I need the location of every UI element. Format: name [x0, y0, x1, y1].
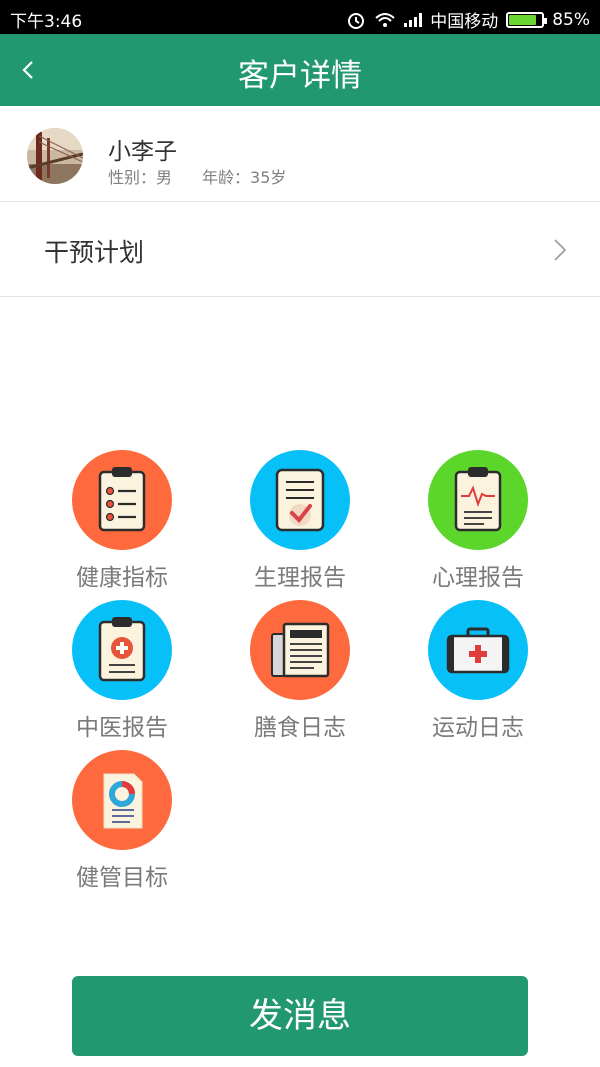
- wifi-icon: [375, 12, 395, 27]
- grid-item-physiology-report[interactable]: 生理报告: [220, 450, 380, 600]
- psychology-report-icon-bg: [428, 450, 528, 550]
- page-title: 客户详情: [238, 58, 362, 94]
- grid-item-label: 健管目标: [76, 865, 168, 891]
- health-indicators-icon-bg: [72, 450, 172, 550]
- exercise-log-icon-bg: [428, 600, 528, 700]
- physiology-report-icon-bg: [250, 450, 350, 550]
- customer-gender: 性别：男: [108, 168, 173, 187]
- status-battery: 85%: [552, 9, 590, 30]
- signal-icon: [404, 12, 423, 27]
- grid-item-health-goals[interactable]: 健管目标: [42, 750, 202, 900]
- grid-item-label: 生理报告: [254, 565, 346, 591]
- grid-item-label: 膳食日志: [254, 715, 346, 741]
- status-time: 下午3:46: [10, 12, 83, 32]
- status-carrier: 中国移动: [430, 12, 499, 32]
- send-message-button[interactable]: 发消息: [72, 976, 528, 1056]
- customer-meta: 性别：男 年龄：35岁: [108, 164, 286, 188]
- grid-item-exercise-log[interactable]: 运动日志: [398, 600, 558, 750]
- chevron-right-icon: [554, 239, 567, 261]
- status-bar: 下午3:46 中国移动 85%: [0, 0, 600, 34]
- grid-item-label: 运动日志: [432, 715, 524, 741]
- avatar: [27, 128, 83, 184]
- clipboard-list-icon: [98, 467, 146, 532]
- intervention-plan-row[interactable]: 干预计划: [0, 202, 600, 297]
- grid-item-psychology-report[interactable]: 心理报告: [398, 450, 558, 600]
- health-goals-icon-bg: [72, 750, 172, 850]
- customer-age: 年龄：35岁: [202, 168, 287, 187]
- grid-item-diet-log[interactable]: 膳食日志: [220, 600, 380, 750]
- grid-item-health-indicators[interactable]: 健康指标: [42, 450, 202, 600]
- grid-item-tcm-report[interactable]: 中医报告: [42, 600, 202, 750]
- document-check-icon: [275, 468, 325, 532]
- report-chart-icon: [103, 773, 143, 829]
- diet-log-icon-bg: [250, 600, 350, 700]
- alarm-icon: [348, 12, 365, 29]
- clipboard-heartbeat-icon: [454, 467, 502, 532]
- newspaper-icon: [271, 622, 330, 678]
- tcm-report-icon-bg: [72, 600, 172, 700]
- customer-name: 小李子: [108, 139, 177, 165]
- grid-item-label: 健康指标: [76, 565, 168, 591]
- status-right: 中国移动 85%: [346, 7, 590, 32]
- grid-item-label: 中医报告: [76, 715, 168, 741]
- grid-item-label: 心理报告: [432, 565, 524, 591]
- first-aid-kit-icon: [446, 627, 510, 674]
- intervention-plan-label: 干预计划: [44, 238, 145, 267]
- battery-icon: [506, 11, 548, 28]
- customer-profile: 小李子 性别：男 年龄：35岁: [0, 106, 600, 202]
- app-header: 客户详情: [0, 34, 600, 106]
- clipboard-medical-icon: [98, 617, 146, 682]
